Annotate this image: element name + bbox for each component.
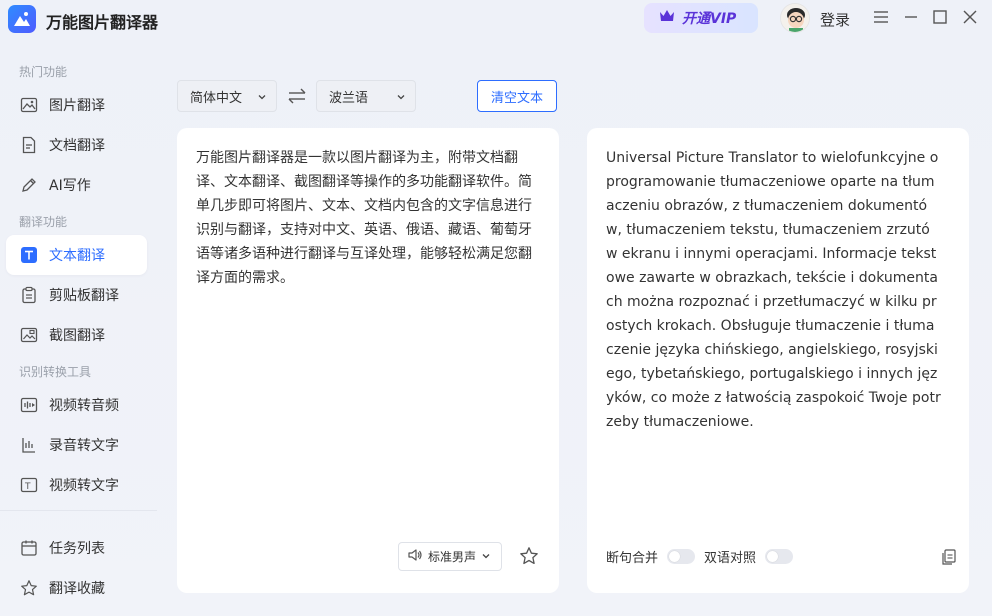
sidebar: 热门功能 图片翻译 文档翻译 AI写作 翻译功能 文本翻译 剪贴板翻译 截图翻译…: [0, 50, 157, 616]
sidebar-item-text-translate[interactable]: 文本翻译: [6, 235, 147, 275]
sidebar-item-task-list[interactable]: 任务列表: [6, 528, 147, 568]
maximize-icon[interactable]: [931, 8, 949, 26]
sidebar-divider: [0, 510, 157, 511]
app-title: 万能图片翻译器: [46, 13, 159, 32]
app-window: 万能图片翻译器 开通VIP 登录 热门功能 图片翻译 文档翻译 AI写作 翻译功…: [0, 0, 992, 616]
sidebar-item-image-translate[interactable]: 图片翻译: [6, 85, 147, 125]
source-language-value: 简体中文: [190, 90, 243, 106]
sidebar-item-label: 图片翻译: [49, 98, 105, 114]
sidebar-item-document-translate[interactable]: 文档翻译: [6, 125, 147, 165]
result-panel: Universal Picture Translator to wielofun…: [587, 128, 969, 593]
sidebar-item-label: 翻译收藏: [49, 581, 105, 597]
source-language-select[interactable]: 简体中文: [177, 80, 277, 112]
swap-languages-icon[interactable]: [286, 86, 308, 106]
crown-icon: [658, 8, 676, 28]
sidebar-item-clipboard-translate[interactable]: 剪贴板翻译: [6, 275, 147, 315]
sidebar-section-title: 识别转换工具: [19, 365, 92, 379]
source-panel: 万能图片翻译器是一款以图片翻译为主，附带文档翻译、文本翻译、截图翻译等操作的多功…: [177, 128, 559, 593]
merge-sentences-label: 断句合并: [606, 551, 659, 566]
speaker-icon: [407, 547, 423, 566]
avatar[interactable]: [780, 3, 810, 33]
video-audio-icon: [20, 396, 38, 414]
bilingual-toggle[interactable]: [765, 549, 793, 564]
source-text-area[interactable]: 万能图片翻译器是一款以图片翻译为主，附带文档翻译、文本翻译、截图翻译等操作的多功…: [196, 146, 536, 290]
star-icon: [20, 579, 38, 597]
chevron-down-icon: [396, 91, 406, 106]
sidebar-item-label: 剪贴板翻译: [49, 288, 119, 304]
clipboard-icon: [20, 286, 38, 304]
menu-icon[interactable]: [872, 8, 890, 26]
title-bar: 万能图片翻译器 开通VIP 登录: [0, 0, 992, 40]
sidebar-section-title: 热门功能: [19, 65, 68, 79]
login-link[interactable]: 登录: [820, 9, 850, 30]
chevron-down-icon: [481, 550, 491, 564]
sidebar-item-label: 文档翻译: [49, 138, 105, 154]
svg-text:T: T: [24, 482, 31, 492]
favorite-star-icon[interactable]: [519, 546, 539, 566]
chevron-down-icon: [257, 91, 267, 106]
close-icon[interactable]: [961, 8, 979, 26]
sidebar-item-label: 任务列表: [49, 541, 105, 557]
document-icon: [20, 136, 38, 154]
recording-icon: [20, 436, 38, 454]
bilingual-label: 双语对照: [704, 551, 757, 566]
sidebar-item-screenshot-translate[interactable]: 截图翻译: [6, 315, 147, 355]
calendar-icon: [20, 539, 38, 557]
screenshot-icon: [20, 326, 38, 344]
voice-select[interactable]: 标准男声: [398, 542, 502, 571]
sidebar-item-label: 截图翻译: [49, 328, 105, 344]
sidebar-item-recording-to-text[interactable]: 录音转文字: [6, 425, 147, 465]
sidebar-section-title: 翻译功能: [19, 215, 68, 229]
image-icon: [20, 96, 38, 114]
merge-sentences-toggle[interactable]: [667, 549, 695, 564]
target-language-select[interactable]: 波兰语: [316, 80, 416, 112]
minimize-icon[interactable]: [902, 8, 920, 26]
sidebar-item-video-to-text[interactable]: T 视频转文字: [6, 465, 147, 505]
video-text-icon: T: [20, 476, 38, 494]
sidebar-item-video-to-audio[interactable]: 视频转音频: [6, 385, 147, 425]
sidebar-item-label: 录音转文字: [49, 438, 119, 454]
sidebar-item-label: AI写作: [49, 178, 91, 194]
sidebar-item-ai-writing[interactable]: AI写作: [6, 165, 147, 205]
vip-button[interactable]: 开通VIP: [644, 3, 758, 33]
sidebar-item-translation-favorites[interactable]: 翻译收藏: [6, 568, 147, 608]
app-logo: [8, 5, 36, 33]
voice-label: 标准男声: [428, 550, 477, 564]
sidebar-item-label: 视频转文字: [49, 478, 119, 494]
result-text-area: Universal Picture Translator to wielofun…: [606, 150, 941, 430]
copy-icon[interactable]: [940, 548, 958, 566]
sidebar-item-label: 文本翻译: [49, 248, 105, 264]
vip-label: 开通VIP: [682, 11, 737, 27]
sidebar-item-label: 视频转音频: [49, 398, 119, 414]
text-icon: [20, 246, 38, 264]
clear-text-button[interactable]: 清空文本: [477, 80, 557, 112]
target-language-value: 波兰语: [329, 90, 369, 106]
pen-icon: [20, 176, 38, 194]
